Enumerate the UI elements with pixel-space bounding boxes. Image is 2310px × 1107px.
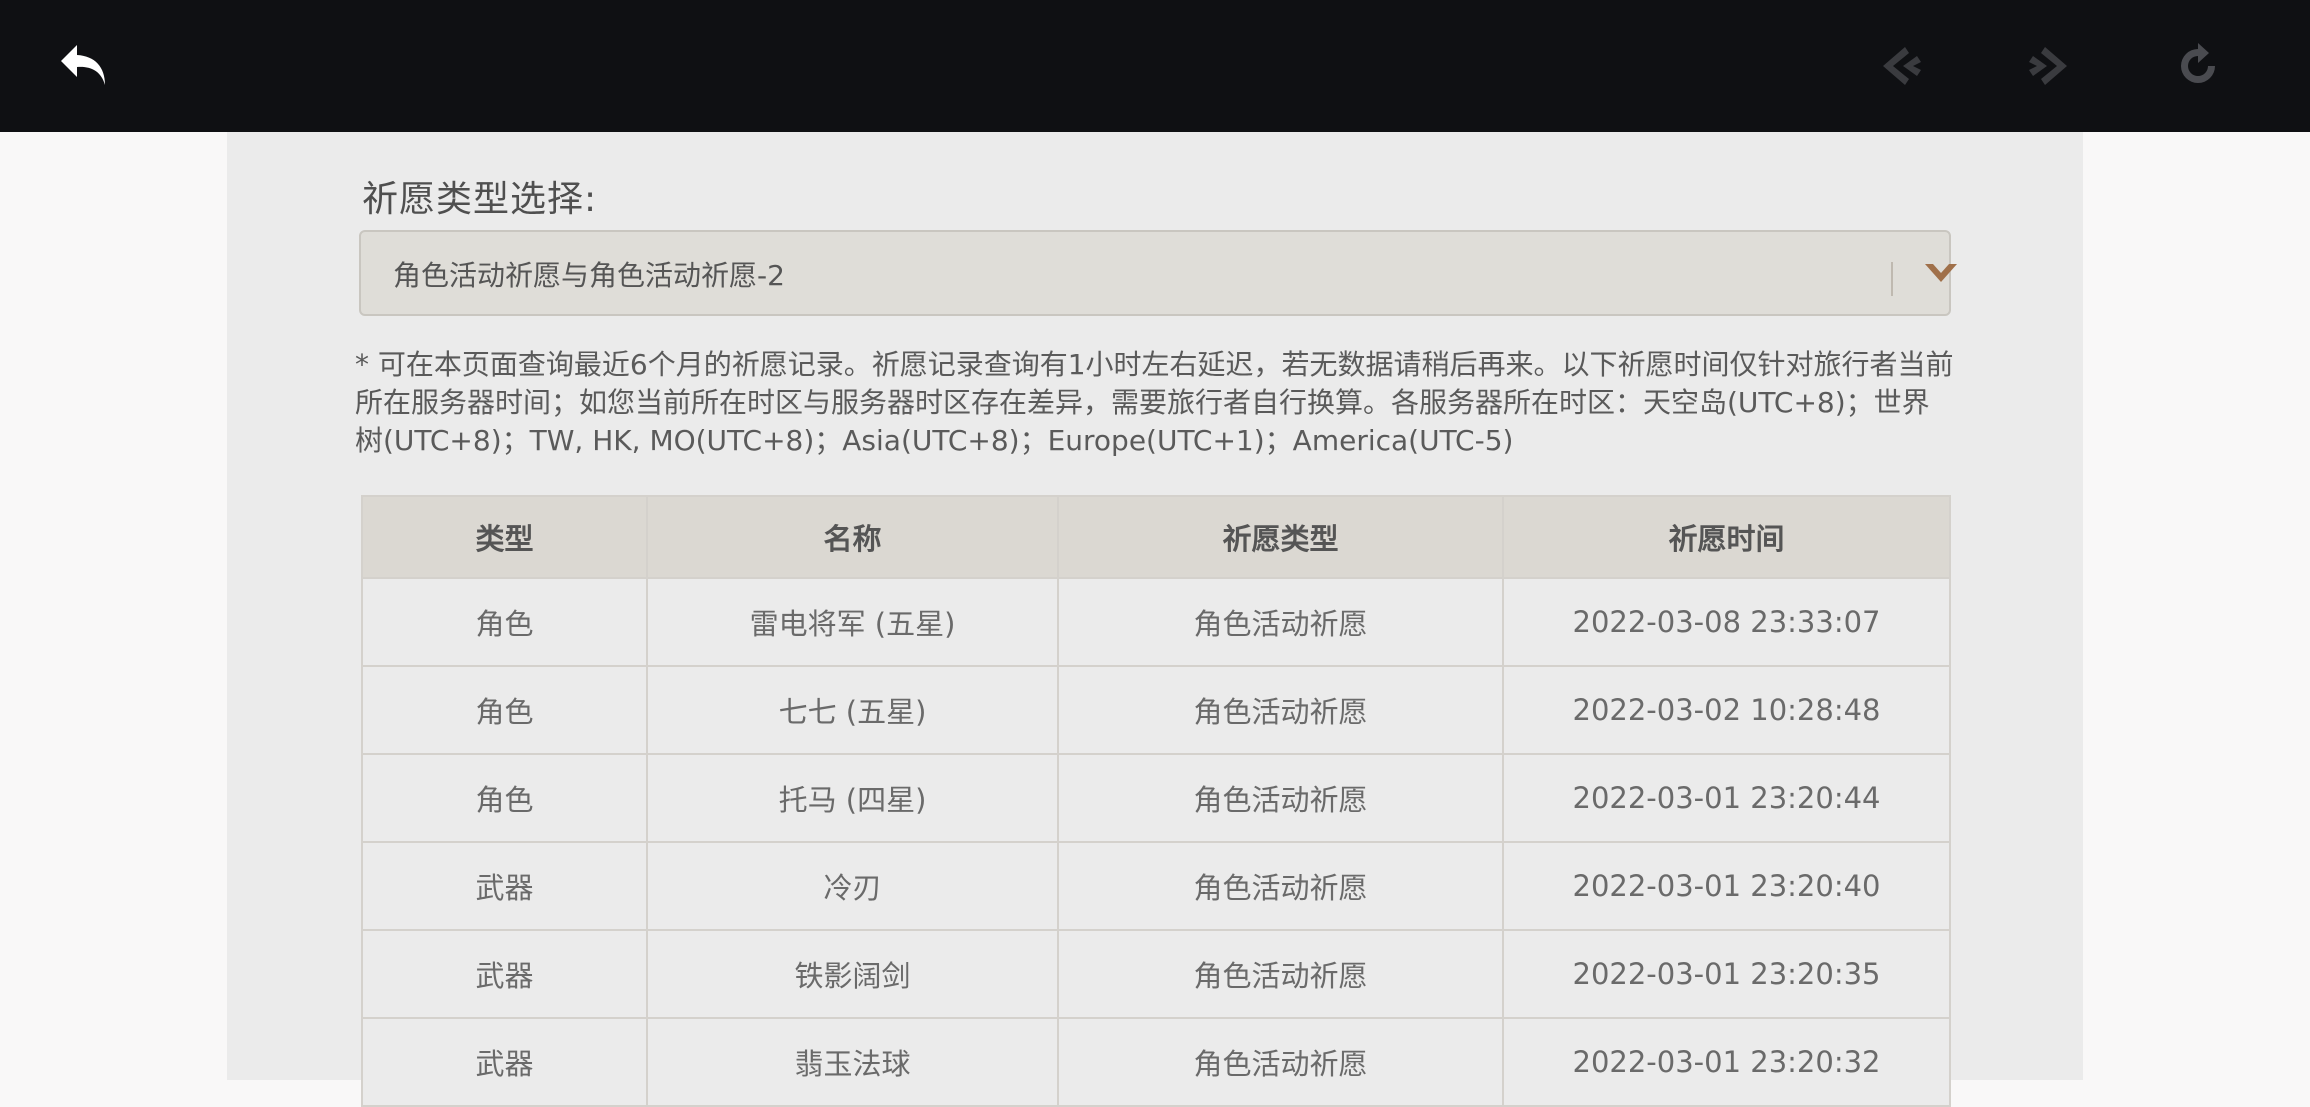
cell-name: 冷刃 bbox=[646, 841, 1059, 931]
table-row: 武器 冷刃 角色活动祈愿 2022-03-01 23:20:40 bbox=[361, 841, 1951, 931]
wish-history-panel: 祈愿类型选择: 角色活动祈愿与角色活动祈愿-2 * 可在本页面查询最近6个月的祈… bbox=[227, 132, 2083, 1107]
cell-type: 角色 bbox=[361, 665, 648, 755]
header-wish-type: 祈愿类型 bbox=[1057, 495, 1504, 579]
wish-records-table: 类型 名称 祈愿类型 祈愿时间 角色 雷电将军 (五星) 角色活动祈愿 2022… bbox=[361, 495, 1951, 1107]
cell-time: 2022-03-01 23:20:35 bbox=[1502, 929, 1951, 1019]
table-header-row: 类型 名称 祈愿类型 祈愿时间 bbox=[361, 495, 1951, 579]
table-row: 武器 翡玉法球 角色活动祈愿 2022-03-01 23:20:32 bbox=[361, 1017, 1951, 1107]
cell-wish-type: 角色活动祈愿 bbox=[1057, 841, 1504, 931]
refresh-icon bbox=[2181, 43, 2215, 83]
cell-type: 角色 bbox=[361, 753, 648, 843]
cell-type: 武器 bbox=[361, 929, 648, 1019]
dropdown-divider bbox=[1891, 262, 1893, 296]
cell-name: 雷电将军 (五星) bbox=[646, 577, 1059, 667]
cell-name: 翡玉法球 bbox=[646, 1017, 1059, 1107]
table-row: 角色 雷电将军 (五星) 角色活动祈愿 2022-03-08 23:33:07 bbox=[361, 577, 1951, 667]
prev-arrow-icon bbox=[1883, 47, 1921, 85]
table-row: 武器 铁影阔剑 角色活动祈愿 2022-03-01 23:20:35 bbox=[361, 929, 1951, 1019]
cell-wish-type: 角色活动祈愿 bbox=[1057, 753, 1504, 843]
cell-time: 2022-03-08 23:33:07 bbox=[1502, 577, 1951, 667]
cell-time: 2022-03-01 23:20:40 bbox=[1502, 841, 1951, 931]
header-type: 类型 bbox=[361, 495, 648, 579]
cell-time: 2022-03-02 10:28:48 bbox=[1502, 665, 1951, 755]
previous-button[interactable] bbox=[1870, 34, 1934, 98]
cell-type: 角色 bbox=[361, 577, 648, 667]
table-row: 角色 托马 (四星) 角色活动祈愿 2022-03-01 23:20:44 bbox=[361, 753, 1951, 843]
back-arrow-icon bbox=[61, 45, 105, 85]
cell-wish-type: 角色活动祈愿 bbox=[1057, 577, 1504, 667]
wish-type-label: 祈愿类型选择: bbox=[362, 179, 598, 220]
header-wish-time: 祈愿时间 bbox=[1502, 495, 1951, 579]
cell-type: 武器 bbox=[361, 841, 648, 931]
table-row: 角色 七七 (五星) 角色活动祈愿 2022-03-02 10:28:48 bbox=[361, 665, 1951, 755]
wish-type-dropdown[interactable]: 角色活动祈愿与角色活动祈愿-2 bbox=[359, 230, 1957, 316]
cell-time: 2022-03-01 23:20:32 bbox=[1502, 1017, 1951, 1107]
next-arrow-icon bbox=[2029, 47, 2067, 85]
cell-name: 七七 (五星) bbox=[646, 665, 1059, 755]
cell-wish-type: 角色活动祈愿 bbox=[1057, 665, 1504, 755]
cell-name: 铁影阔剑 bbox=[646, 929, 1059, 1019]
back-button[interactable] bbox=[52, 34, 116, 98]
header-name: 名称 bbox=[646, 495, 1059, 579]
query-notice: * 可在本页面查询最近6个月的祈愿记录。祈愿记录查询有1小时左右延迟，若无数据请… bbox=[355, 348, 1954, 457]
chevron-down-icon bbox=[1925, 264, 1957, 282]
cell-name: 托马 (四星) bbox=[646, 753, 1059, 843]
cell-wish-type: 角色活动祈愿 bbox=[1057, 929, 1504, 1019]
cell-time: 2022-03-01 23:20:44 bbox=[1502, 753, 1951, 843]
cell-wish-type: 角色活动祈愿 bbox=[1057, 1017, 1504, 1107]
cell-type: 武器 bbox=[361, 1017, 648, 1107]
wish-type-selected: 角色活动祈愿与角色活动祈愿-2 bbox=[393, 259, 785, 292]
next-button[interactable] bbox=[2016, 34, 2080, 98]
top-bar bbox=[0, 0, 2310, 132]
refresh-button[interactable] bbox=[2166, 34, 2230, 98]
